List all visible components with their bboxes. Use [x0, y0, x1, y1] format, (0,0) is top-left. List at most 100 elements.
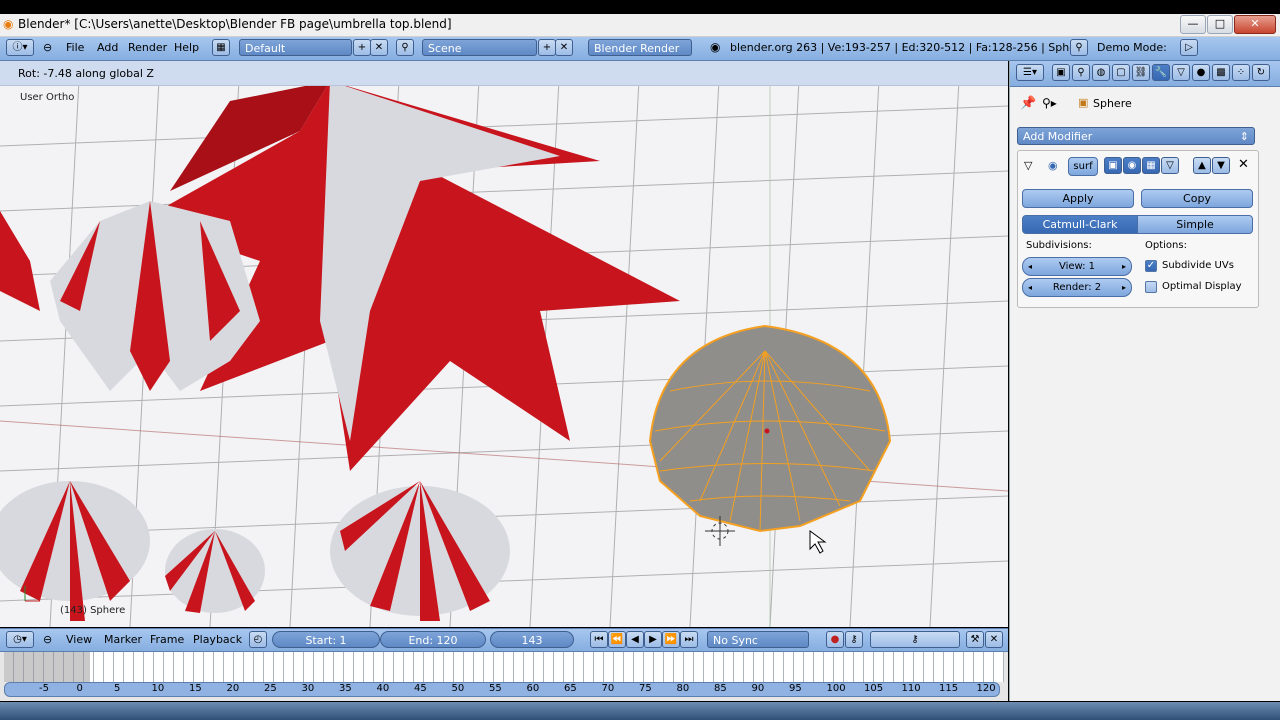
render-levels-field[interactable]: ◂ Render: 2 ▸ — [1022, 278, 1132, 297]
end-frame-field[interactable]: End: 120 — [380, 631, 486, 648]
ruler-tick-label: 5 — [114, 683, 121, 694]
3d-viewport[interactable]: Rot: -7.48 along global Z User Ortho (14… — [0, 61, 1008, 627]
optimal-display-checkbox[interactable] — [1145, 281, 1157, 293]
menu-playback[interactable]: Playback — [193, 633, 242, 646]
viewport-toggle-icon[interactable]: ◉ — [1123, 157, 1141, 174]
screen-layout-field[interactable]: Default — [239, 39, 352, 56]
subsurf-modifier-panel: ▽ ◉ surf ▣ ◉ ▦ ▽ ▲ ▼ ✕ Apply Copy Catmul… — [1017, 150, 1259, 308]
delete-keyframe-icon[interactable]: ✕ — [985, 631, 1003, 648]
optimal-display-label: Optimal Display — [1162, 281, 1242, 292]
sync-mode-select[interactable]: No Sync — [707, 631, 809, 648]
increment-icon[interactable]: ▸ — [1122, 258, 1126, 276]
maximize-button[interactable]: □ — [1207, 15, 1233, 34]
render-tab-icon[interactable]: ▣ — [1052, 64, 1070, 81]
texture-tab-icon[interactable]: ▩ — [1212, 64, 1230, 81]
close-button[interactable]: ✕ — [1234, 15, 1276, 34]
move-up-icon[interactable]: ▲ — [1193, 157, 1211, 174]
timeline-frames[interactable] — [4, 652, 1004, 682]
subdivisions-label: Subdivisions: — [1026, 240, 1092, 251]
jump-start-icon[interactable]: ⏮ — [590, 631, 608, 648]
object-tab-icon[interactable]: ▢ — [1112, 64, 1130, 81]
menu-frame[interactable]: Frame — [150, 633, 184, 646]
collapse-timeline-menu-icon[interactable]: ⊖ — [43, 633, 52, 646]
decrement-icon[interactable]: ◂ — [1028, 279, 1032, 297]
modifiers-tab-icon[interactable]: 🔧 — [1152, 64, 1170, 81]
keying-set-field[interactable]: ⚷ — [870, 631, 960, 648]
modifier-name-field[interactable]: surf — [1068, 157, 1098, 176]
subdivide-uvs-checkbox[interactable]: ✓ — [1145, 260, 1157, 272]
view-levels-field[interactable]: ◂ View: 1 ▸ — [1022, 257, 1132, 276]
copy-button[interactable]: Copy — [1141, 189, 1253, 208]
scene-stats: blender.org 263 | Ve:193-257 | Ed:320-51… — [730, 41, 1088, 54]
jump-keyframe-forward-icon[interactable]: ⏩ — [662, 631, 680, 648]
timeline-ruler[interactable]: -5 0 5 10 15 20 25 30 35 40 45 50 55 60 65 70 75 80 85 90 95… — [4, 682, 1000, 697]
editmode-toggle-icon[interactable]: ▦ — [1142, 157, 1160, 174]
play-icon[interactable]: ▷ — [1180, 39, 1198, 56]
ruler-tick-label: 90 — [751, 683, 765, 694]
menu-render[interactable]: Render — [128, 41, 167, 54]
physics-tab-icon[interactable]: ↻ — [1252, 64, 1270, 81]
menu-marker[interactable]: Marker — [104, 633, 142, 646]
ruler-tick-label: 100 — [826, 683, 846, 694]
pin-icon[interactable]: 📌 — [1020, 96, 1036, 111]
play-reverse-icon[interactable]: ◀ — [626, 631, 644, 648]
editor-type-timeline-icon[interactable]: ◷▾ — [6, 631, 34, 648]
ruler-tick-label: 25 — [264, 683, 277, 694]
minimize-button[interactable]: — — [1180, 15, 1206, 34]
ruler-tick-label: 85 — [714, 683, 727, 694]
mouse-pointer-icon — [809, 530, 827, 554]
apply-button[interactable]: Apply — [1022, 189, 1134, 208]
viewport-status-bar: Rot: -7.48 along global Z — [0, 61, 1008, 86]
record-icon[interactable]: ● — [826, 631, 844, 648]
data-tab-icon[interactable]: ▽ — [1172, 64, 1190, 81]
editor-type-icon[interactable]: ⓘ▾ — [6, 39, 34, 56]
collapse-menu-icon[interactable]: ⊖ — [43, 41, 52, 54]
render-toggle-icon[interactable]: ▣ — [1104, 157, 1122, 174]
add-scene-icon[interactable]: + — [538, 39, 556, 56]
mesh-object-icon: ▣ — [1078, 96, 1089, 109]
viewport-scene[interactable] — [0, 61, 1008, 627]
demo-icon[interactable]: ⚲ — [1070, 39, 1088, 56]
particles-tab-icon[interactable]: ⁘ — [1232, 64, 1250, 81]
cage-toggle-icon[interactable]: ▽ — [1161, 157, 1179, 174]
keying-icon[interactable]: ⚷ — [845, 631, 863, 648]
tab-simple[interactable]: Simple — [1137, 215, 1253, 234]
material-tab-icon[interactable]: ● — [1192, 64, 1210, 81]
add-modifier-label: Add Modifier — [1023, 130, 1093, 143]
ruler-tick-label: 95 — [789, 683, 802, 694]
ruler-tick-label: 40 — [376, 683, 390, 694]
preview-range-icon[interactable]: ◴ — [249, 631, 267, 648]
insert-keyframe-icon[interactable]: ⚒ — [966, 631, 984, 648]
collapse-modifier-icon[interactable]: ▽ — [1024, 159, 1032, 172]
increment-icon[interactable]: ▸ — [1122, 279, 1126, 297]
remove-layout-icon[interactable]: ✕ — [370, 39, 388, 56]
render-engine-select[interactable]: Blender Render — [588, 39, 692, 56]
screen-layout-icon[interactable]: ▦ — [212, 39, 230, 56]
play-forward-icon[interactable]: ▶ — [644, 631, 662, 648]
remove-modifier-icon[interactable]: ✕ — [1238, 157, 1249, 172]
jump-keyframe-back-icon[interactable]: ⏪ — [608, 631, 626, 648]
ruler-tick-label: 15 — [189, 683, 202, 694]
scene-field[interactable]: Scene — [422, 39, 537, 56]
decrement-icon[interactable]: ◂ — [1028, 258, 1032, 276]
tab-catmull-clark[interactable]: Catmull-Clark — [1022, 215, 1138, 234]
start-frame-field[interactable]: Start: 1 — [272, 631, 380, 648]
menu-add[interactable]: Add — [97, 41, 118, 54]
scene-icon[interactable]: ⚲ — [396, 39, 414, 56]
constraints-tab-icon[interactable]: ⛓ — [1132, 64, 1150, 81]
menu-view[interactable]: View — [66, 633, 92, 646]
world-tab-icon[interactable]: ◍ — [1092, 64, 1110, 81]
object-name: Sphere — [1093, 97, 1132, 110]
scene-tab-icon[interactable]: ⚲ — [1072, 64, 1090, 81]
menu-file[interactable]: File — [66, 41, 84, 54]
menu-help[interactable]: Help — [174, 41, 199, 54]
jump-end-icon[interactable]: ⏭ — [680, 631, 698, 648]
ruler-tick-label: 0 — [76, 683, 83, 694]
editor-type-props-icon[interactable]: ☰▾ — [1016, 64, 1044, 81]
add-modifier-select[interactable]: Add Modifier ⇕ — [1017, 127, 1255, 145]
add-layout-icon[interactable]: + — [353, 39, 371, 56]
active-object-label: (143) Sphere — [60, 605, 126, 616]
move-down-icon[interactable]: ▼ — [1212, 157, 1230, 174]
current-frame-field[interactable]: 143 — [490, 631, 574, 648]
remove-scene-icon[interactable]: ✕ — [555, 39, 573, 56]
